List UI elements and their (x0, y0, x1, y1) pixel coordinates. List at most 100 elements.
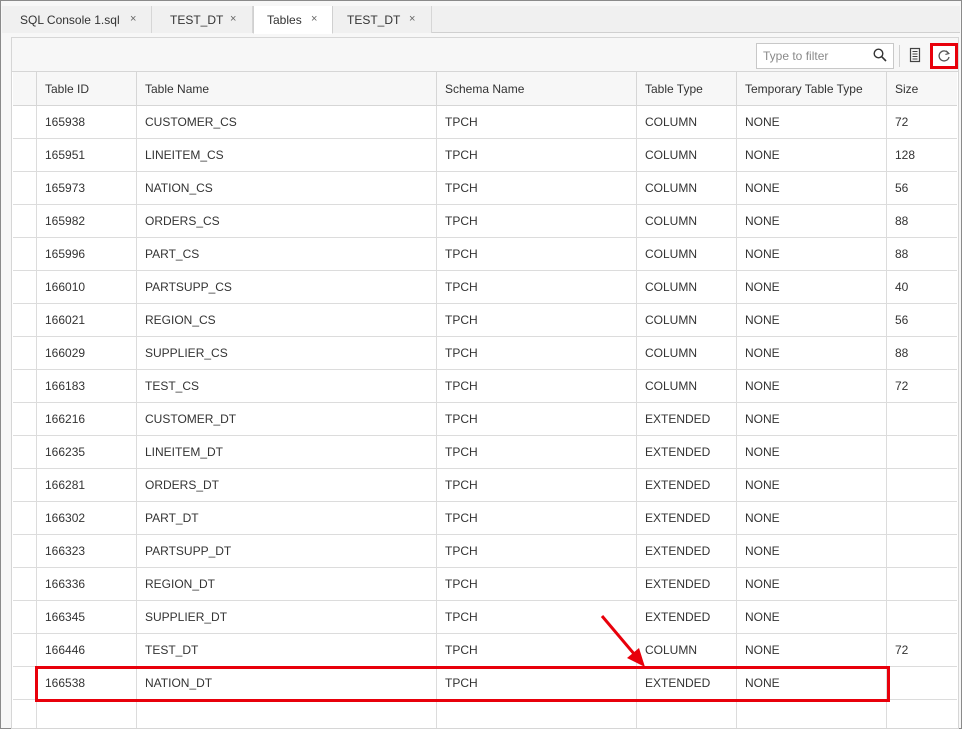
table-name-cell: REGION_CS (137, 304, 437, 336)
row-selector[interactable] (13, 568, 37, 600)
table-type-cell: EXTENDED (637, 403, 737, 435)
table-row[interactable]: 166345 SUPPLIER_DT TPCH EXTENDED NONE (13, 601, 957, 634)
column-header-temporary-table-type[interactable]: Temporary Table Type (737, 72, 887, 105)
table-row[interactable]: 166235 LINEITEM_DT TPCH EXTENDED NONE (13, 436, 957, 469)
table-id-cell: 166216 (37, 403, 137, 435)
close-icon[interactable]: × (130, 13, 136, 25)
row-selector[interactable] (13, 238, 37, 270)
row-selector[interactable] (13, 271, 37, 303)
schema-name-cell: TPCH (437, 502, 637, 534)
column-header-size[interactable]: Size (887, 72, 957, 105)
table-id-cell: 165973 (37, 172, 137, 204)
row-selector[interactable] (13, 601, 37, 633)
table-type-cell: EXTENDED (637, 436, 737, 468)
temporary-table-type-cell: NONE (737, 568, 887, 600)
search-icon[interactable] (873, 48, 887, 62)
row-selector[interactable] (13, 535, 37, 567)
table-row[interactable]: 166538 NATION_DT TPCH EXTENDED NONE (13, 667, 957, 700)
row-selector[interactable] (13, 205, 37, 237)
size-cell (887, 700, 957, 728)
table-row[interactable]: 166029 SUPPLIER_CS TPCH COLUMN NONE 88 (13, 337, 957, 370)
table-name-cell: SUPPLIER_CS (137, 337, 437, 369)
column-header-table-name[interactable]: Table Name (137, 72, 437, 105)
row-selector[interactable] (13, 469, 37, 501)
table-id-cell: 166302 (37, 502, 137, 534)
table-row[interactable]: 165973 NATION_CS TPCH COLUMN NONE 56 (13, 172, 957, 205)
table-row[interactable]: 165982 ORDERS_CS TPCH COLUMN NONE 88 (13, 205, 957, 238)
table-row[interactable]: 165951 LINEITEM_CS TPCH COLUMN NONE 128 (13, 139, 957, 172)
row-selector[interactable] (13, 634, 37, 666)
table-row[interactable]: 166216 CUSTOMER_DT TPCH EXTENDED NONE (13, 403, 957, 436)
table-name-cell: CUSTOMER_CS (137, 106, 437, 138)
table-row[interactable]: 166446 TEST_DT TPCH COLUMN NONE 72 (13, 634, 957, 667)
table-name-cell: NATION_DT (137, 667, 437, 699)
refresh-button[interactable] (930, 43, 958, 69)
tables-grid: Table ID Table Name Schema Name Table Ty… (13, 72, 957, 728)
schema-name-cell: TPCH (437, 172, 637, 204)
size-cell (887, 601, 957, 633)
column-header-table-id[interactable]: Table ID (37, 72, 137, 105)
table-name-cell: TEST_DT (137, 634, 437, 666)
row-selector-header (13, 72, 37, 105)
window-frame: SQL Console 1.sql × TEST_DT × Tables × T… (0, 0, 962, 729)
schema-name-cell: TPCH (437, 271, 637, 303)
table-row[interactable]: 165996 PART_CS TPCH COLUMN NONE 88 (13, 238, 957, 271)
row-selector[interactable] (13, 304, 37, 336)
row-selector[interactable] (13, 370, 37, 402)
table-name-cell: PARTSUPP_CS (137, 271, 437, 303)
refresh-icon (938, 50, 950, 62)
tab-test-dt[interactable]: TEST_DT × (152, 6, 253, 33)
table-name-cell: SUPPLIER_DT (137, 601, 437, 633)
table-row[interactable]: 166336 REGION_DT TPCH EXTENDED NONE (13, 568, 957, 601)
table-name-cell: PARTSUPP_DT (137, 535, 437, 567)
column-header-schema-name[interactable]: Schema Name (437, 72, 637, 105)
table-type-cell: COLUMN (637, 205, 737, 237)
size-cell: 88 (895, 346, 909, 360)
row-selector[interactable] (13, 502, 37, 534)
columns-icon[interactable] (908, 47, 922, 63)
table-row[interactable] (13, 700, 957, 728)
table-name-cell: PART_CS (137, 238, 437, 270)
table-id-cell: 166446 (37, 634, 137, 666)
size-cell (887, 502, 957, 534)
toolbar-divider (899, 45, 900, 67)
table-id-cell: 166336 (37, 568, 137, 600)
tab-tables[interactable]: Tables × (253, 6, 333, 34)
table-row[interactable]: 166323 PARTSUPP_DT TPCH EXTENDED NONE (13, 535, 957, 568)
row-selector[interactable] (13, 436, 37, 468)
table-row[interactable]: 166302 PART_DT TPCH EXTENDED NONE (13, 502, 957, 535)
tab-sql-console[interactable]: SQL Console 1.sql × (2, 6, 152, 33)
column-header-table-type[interactable]: Table Type (637, 72, 737, 105)
table-type-cell: EXTENDED (637, 601, 737, 633)
table-type-cell: COLUMN (637, 337, 737, 369)
table-id-cell: 165951 (37, 139, 137, 171)
table-row[interactable]: 166183 TEST_CS TPCH COLUMN NONE 72 (13, 370, 957, 403)
temporary-table-type-cell: NONE (737, 634, 887, 666)
row-selector[interactable] (13, 106, 37, 138)
row-selector[interactable] (13, 700, 37, 728)
tab-test-dt-2[interactable]: TEST_DT × (333, 6, 432, 33)
table-id-cell: 166323 (37, 535, 137, 567)
row-selector[interactable] (13, 667, 37, 699)
table-row[interactable]: 166021 REGION_CS TPCH COLUMN NONE 56 (13, 304, 957, 337)
row-selector[interactable] (13, 172, 37, 204)
table-row[interactable]: 166010 PARTSUPP_CS TPCH COLUMN NONE 40 (13, 271, 957, 304)
temporary-table-type-cell: NONE (737, 403, 887, 435)
close-icon[interactable]: × (311, 13, 317, 25)
close-icon[interactable]: × (230, 13, 236, 25)
row-selector[interactable] (13, 139, 37, 171)
tab-label: SQL Console 1.sql (20, 12, 120, 27)
size-cell (887, 568, 957, 600)
close-icon[interactable]: × (409, 13, 415, 25)
filter-input[interactable] (757, 44, 869, 68)
table-toolbar (12, 38, 958, 72)
row-selector[interactable] (13, 403, 37, 435)
table-id-cell: 166183 (37, 370, 137, 402)
table-row[interactable]: 166281 ORDERS_DT TPCH EXTENDED NONE (13, 469, 957, 502)
row-selector[interactable] (13, 337, 37, 369)
temporary-table-type-cell: NONE (737, 139, 887, 171)
table-type-cell (637, 700, 737, 728)
size-cell: 72 (895, 115, 909, 129)
temporary-table-type-cell: NONE (737, 601, 887, 633)
table-row[interactable]: 165938 CUSTOMER_CS TPCH COLUMN NONE 72 (13, 106, 957, 139)
